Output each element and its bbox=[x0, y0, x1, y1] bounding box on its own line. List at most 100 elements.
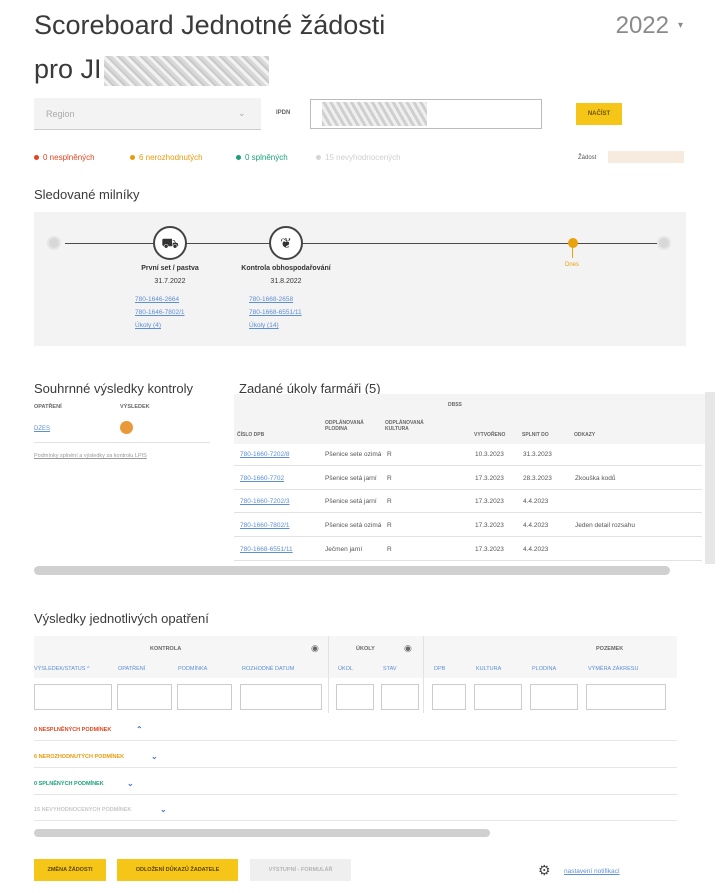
status-unfulfilled[interactable]: 0 nesplněných bbox=[34, 153, 95, 162]
submit-evidence-button[interactable]: ODLOŽENÍ DŮKAZŮ ŽADATELE bbox=[117, 859, 238, 881]
column-header[interactable]: STAV bbox=[383, 666, 397, 672]
table-cell: Jeden detail rozsahu bbox=[575, 522, 635, 529]
filter-input[interactable] bbox=[177, 684, 232, 710]
eye-icon[interactable]: ◉ bbox=[404, 643, 412, 654]
column-header[interactable]: KULTURA bbox=[476, 666, 501, 672]
chevron-down-icon[interactable]: ⌄ bbox=[160, 805, 167, 814]
chevron-down-icon[interactable]: ⌄ bbox=[238, 108, 246, 119]
table-cell: R bbox=[387, 475, 392, 482]
column-header: ČÍSLO DPB bbox=[237, 432, 265, 438]
today-label: Dnes bbox=[565, 262, 580, 268]
table-cell: R bbox=[387, 451, 392, 458]
column-header: VÝSLEDEK bbox=[120, 404, 150, 410]
zadost-value bbox=[608, 151, 684, 163]
column-header[interactable]: PODMÍNKA bbox=[178, 666, 207, 672]
column-header[interactable]: PLODINA bbox=[532, 666, 556, 672]
category-toggle[interactable]: 0 NESPLNĚNÝCH PODMÍNEK bbox=[34, 727, 111, 733]
filter-input[interactable] bbox=[474, 684, 522, 710]
status-undecided[interactable]: 6 nerozhodnutých bbox=[130, 153, 203, 162]
column-header[interactable]: VÝSLEDEK/STATUS ^ bbox=[34, 666, 90, 672]
filter-input[interactable] bbox=[117, 684, 172, 710]
table-cell: R bbox=[387, 498, 392, 505]
category-toggle[interactable]: 6 NEROZHODNUTÝCH PODMÍNEK bbox=[34, 754, 124, 760]
summary-heading: Souhrnné výsledky kontroly bbox=[34, 381, 193, 396]
filter-input[interactable] bbox=[336, 684, 374, 710]
task-dpb-link[interactable]: 780-1668-6551/11 bbox=[240, 546, 293, 553]
milestone-link[interactable]: 780-1646-2664 bbox=[135, 296, 179, 303]
summary-row-link[interactable]: DZES bbox=[34, 426, 50, 432]
sort-up-icon[interactable]: ^ bbox=[87, 666, 90, 672]
chevron-down-icon[interactable]: ⌄ bbox=[127, 779, 134, 788]
milestone-link[interactable]: 780-1668-6551/11 bbox=[249, 309, 302, 316]
column-group-kontrola: KONTROLA bbox=[150, 646, 182, 652]
table-cell: Pšenice setá jarní bbox=[325, 498, 377, 505]
table-cell: R bbox=[387, 522, 392, 529]
gear-icon[interactable]: ⚙ bbox=[538, 862, 551, 879]
milestone-name: Kontrola obhospodařování bbox=[241, 265, 331, 272]
horizontal-scrollbar[interactable] bbox=[34, 566, 670, 575]
milestone-tasks-link[interactable]: Úkoly (4) bbox=[135, 322, 161, 329]
status-dot bbox=[316, 155, 321, 161]
filter-input[interactable] bbox=[240, 684, 322, 710]
filter-input[interactable] bbox=[432, 684, 466, 710]
row-divider bbox=[234, 465, 702, 466]
column-header[interactable]: DPB bbox=[434, 666, 445, 672]
status-fulfilled[interactable]: 0 splněných bbox=[236, 153, 288, 162]
tasks-table-header bbox=[234, 394, 708, 444]
category-toggle[interactable]: 0 SPLNĚNÝCH PODMÍNEK bbox=[34, 781, 104, 787]
redacted-name bbox=[104, 56, 269, 86]
notification-settings-link[interactable]: nastavení notifikací bbox=[564, 868, 620, 875]
task-dpb-link[interactable]: 780-1660-7202/3 bbox=[240, 498, 290, 505]
table-cell: 4.4.2023 bbox=[523, 522, 549, 529]
load-button[interactable]: NAČÍST bbox=[576, 103, 622, 125]
task-dpb-link[interactable]: 780-1660-7802/1 bbox=[240, 522, 290, 529]
grass-icon[interactable]: ❦ bbox=[269, 226, 303, 260]
chevron-down-icon[interactable]: ▾ bbox=[678, 20, 683, 31]
page-title: Scoreboard Jednotné žádosti bbox=[34, 10, 386, 40]
change-request-button[interactable]: ZMĚNA ŽÁDOSTI bbox=[34, 859, 106, 881]
table-cell: Pšenice sete ozimá bbox=[325, 451, 382, 458]
year-selector[interactable]: 2022 bbox=[616, 12, 669, 40]
region-select[interactable]: Region bbox=[34, 98, 261, 130]
filter-input[interactable] bbox=[586, 684, 666, 710]
column-header: VYTVOŘENO bbox=[474, 432, 506, 438]
table-cell: R bbox=[387, 546, 392, 553]
column-header: ODKAZY bbox=[574, 432, 596, 438]
tractor-icon[interactable]: ⛟ bbox=[153, 226, 187, 260]
milestone-tasks-link[interactable]: Úkoly (14) bbox=[249, 322, 279, 329]
filter-input[interactable] bbox=[530, 684, 578, 710]
task-dpb-link[interactable]: 780-1660-7702 bbox=[240, 475, 284, 482]
milestone-link[interactable]: 780-1668-2658 bbox=[249, 296, 293, 303]
column-header[interactable]: ÚKOL bbox=[338, 666, 353, 672]
row-divider bbox=[34, 794, 677, 795]
column-header[interactable]: VÝMĚRA ZÁKRESU bbox=[588, 666, 638, 672]
table-cell: Zkouška kodů bbox=[575, 475, 616, 482]
column-header: SPLNIT DO bbox=[522, 432, 549, 438]
timeline-start-marker bbox=[47, 236, 61, 250]
milestone-link[interactable]: 780-1646-7802/1 bbox=[135, 309, 185, 316]
row-divider bbox=[34, 767, 677, 768]
task-dpb-link[interactable]: 780-1660-7202/8 bbox=[240, 451, 290, 458]
chevron-down-icon[interactable]: ⌄ bbox=[151, 752, 158, 761]
export-form-button[interactable]: VÝSTUPNÍ - FORMULÁŘ bbox=[250, 859, 351, 881]
row-divider bbox=[234, 489, 702, 490]
ipdn-label: IPDN bbox=[276, 110, 291, 116]
column-header[interactable]: ROZHODNÉ DATUM bbox=[242, 666, 294, 672]
eye-icon[interactable]: ◉ bbox=[311, 643, 319, 654]
status-unevaluated[interactable]: 15 nevyhodnocených bbox=[316, 153, 401, 162]
summary-note-link[interactable]: Podmínky splnění a výsledky za kontrolu … bbox=[34, 453, 147, 459]
chevron-up-icon[interactable]: ⌃ bbox=[136, 725, 143, 734]
table-cell: 17.3.2023 bbox=[475, 522, 504, 529]
column-header[interactable]: OPATŘENÍ bbox=[118, 666, 145, 672]
column-divider bbox=[328, 636, 329, 713]
horizontal-scrollbar[interactable] bbox=[34, 829, 490, 837]
column-header: ODPLÁNOVANÁ PLODINA bbox=[325, 420, 364, 432]
table-cell: 4.4.2023 bbox=[523, 546, 549, 553]
filter-input[interactable] bbox=[34, 684, 112, 710]
filter-input[interactable] bbox=[381, 684, 419, 710]
table-cell: 28.3.2023 bbox=[523, 475, 552, 482]
row-divider bbox=[234, 536, 702, 537]
vertical-scrollbar[interactable] bbox=[705, 392, 715, 564]
category-toggle[interactable]: 15 NEVYHODNOCENÝCH PODMÍNEK bbox=[34, 807, 132, 813]
row-divider bbox=[234, 560, 702, 561]
